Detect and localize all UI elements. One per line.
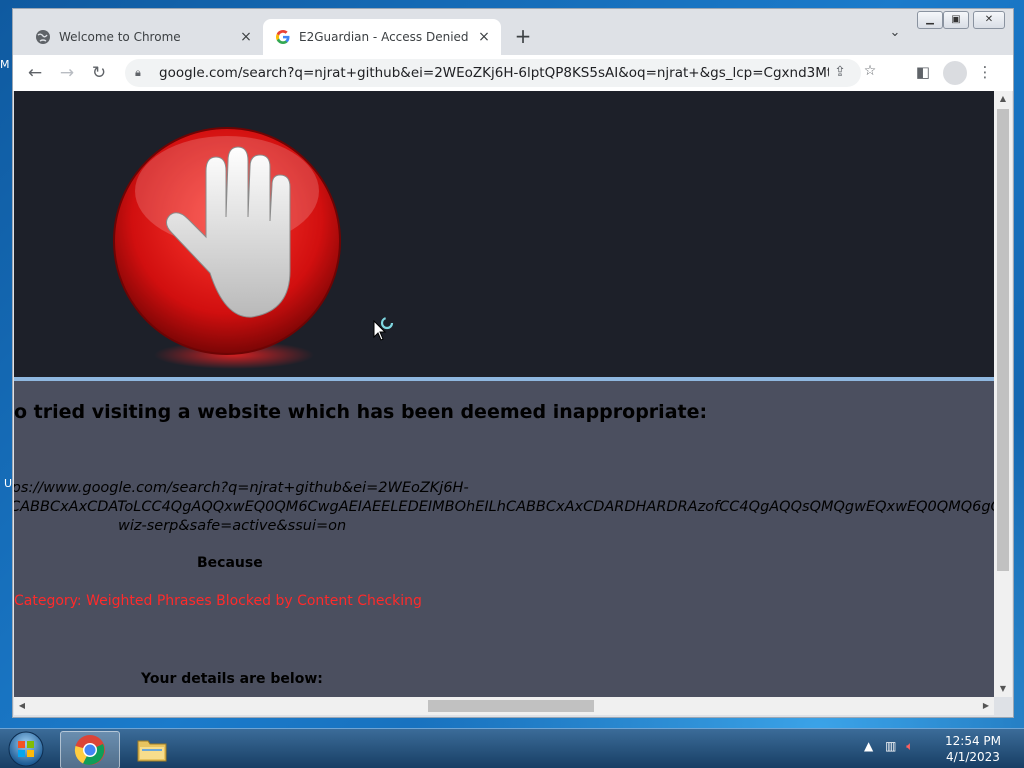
scroll-left-arrow-icon[interactable]: ◀ — [14, 697, 30, 715]
forward-arrow-icon[interactable]: → — [55, 61, 79, 85]
side-panel-icon[interactable]: ◧ — [913, 63, 933, 83]
system-tray: ▲ ▥ 🔈︎ — [864, 739, 913, 754]
maximize-button[interactable]: ▣ — [943, 11, 969, 29]
scroll-up-arrow-icon[interactable]: ▲ — [994, 91, 1012, 107]
desktop-edge-label: M — [0, 58, 10, 71]
blocked-url-line: wiz-serp&safe=active&ssui=on — [118, 518, 347, 534]
loading-spinner-icon — [380, 316, 394, 330]
taskbar-explorer-button[interactable] — [124, 731, 182, 767]
taskbar: ▲ ▥ 🔈︎ 12:54 PM 4/1/2023 — [0, 728, 1024, 768]
bookmark-star-icon[interactable]: ☆ — [861, 63, 879, 81]
new-tab-button[interactable]: + — [511, 25, 535, 49]
block-reason: Category: Weighted Phrases Blocked by Co… — [14, 593, 422, 609]
lock-icon: 🔒︎ — [135, 66, 141, 79]
back-arrow-icon[interactable]: ← — [23, 61, 47, 85]
volume-muted-icon[interactable]: 🔈︎ — [906, 739, 913, 753]
taskbar-clock[interactable]: 12:54 PM 4/1/2023 — [930, 733, 1016, 765]
browser-window: Welcome to Chrome × E2Guardian - Access … — [12, 8, 1014, 718]
close-window-button[interactable]: ✕ — [973, 11, 1005, 29]
tab-strip: Welcome to Chrome × E2Guardian - Access … — [13, 9, 1013, 55]
page-heading: o tried visiting a website which has bee… — [14, 401, 708, 423]
address-url[interactable]: google.com/search?q=njrat+github&ei=2WEo… — [159, 65, 829, 81]
details-heading: Your details are below: — [141, 671, 323, 687]
blocked-url: tps://www.google.com/search?q=njrat+gith… — [14, 479, 994, 536]
page-hero — [14, 91, 994, 381]
blocked-url-line: tps://www.google.com/search?q=njrat+gith… — [14, 480, 469, 496]
tab-title: Welcome to Chrome — [59, 30, 181, 44]
profile-avatar-icon[interactable] — [943, 61, 967, 85]
vertical-scrollbar[interactable]: ▲ ▼ — [994, 91, 1012, 697]
because-label: Because — [197, 555, 263, 571]
tab-welcome[interactable]: Welcome to Chrome × — [23, 19, 263, 55]
clock-date: 4/1/2023 — [946, 750, 1000, 764]
tray-expand-icon[interactable]: ▲ — [864, 739, 873, 753]
page-content: o tried visiting a website which has bee… — [14, 91, 994, 697]
scroll-down-arrow-icon[interactable]: ▼ — [994, 681, 1012, 697]
tab-close-icon[interactable]: × — [475, 29, 493, 45]
blocked-url-line: CABBCxAxCDAToLCC4QgAQQxwEQ0QM6CwgAEIAEEL… — [14, 499, 994, 515]
tab-search-chevron-icon[interactable]: ⌄ — [885, 25, 905, 45]
menu-kebab-icon[interactable]: ⋮ — [975, 63, 995, 83]
page-body: o tried visiting a website which has bee… — [14, 381, 994, 697]
scroll-right-arrow-icon[interactable]: ▶ — [978, 697, 994, 715]
taskbar-chrome-button[interactable] — [60, 731, 120, 768]
toolbar: ← → ↻ 🔒︎ google.com/search?q=njrat+githu… — [13, 55, 1013, 91]
network-icon[interactable]: ▥ — [885, 739, 896, 753]
clock-time: 12:54 PM — [945, 734, 1001, 748]
folder-icon — [137, 740, 167, 762]
address-bar[interactable]: 🔒︎ google.com/search?q=njrat+github&ei=2… — [125, 59, 876, 87]
globe-icon — [35, 29, 51, 45]
vertical-scroll-thumb[interactable] — [997, 109, 1009, 571]
tab-close-icon[interactable]: × — [237, 29, 255, 45]
horizontal-scroll-thumb[interactable] — [428, 700, 594, 712]
minimize-button[interactable]: ▁ — [917, 11, 943, 29]
google-icon — [275, 29, 291, 45]
start-button-icon[interactable] — [6, 730, 46, 768]
share-icon[interactable]: ⇪ — [831, 64, 849, 82]
desktop-edge-label-2: U — [4, 477, 13, 490]
tab-title: E2Guardian - Access Denied — [299, 30, 469, 44]
tab-access-denied[interactable]: E2Guardian - Access Denied × — [263, 19, 501, 55]
reload-icon[interactable]: ↻ — [87, 61, 111, 85]
chrome-icon — [74, 735, 105, 765]
horizontal-scrollbar[interactable]: ◀ ▶ — [14, 697, 994, 715]
stop-hand-icon — [113, 127, 341, 369]
